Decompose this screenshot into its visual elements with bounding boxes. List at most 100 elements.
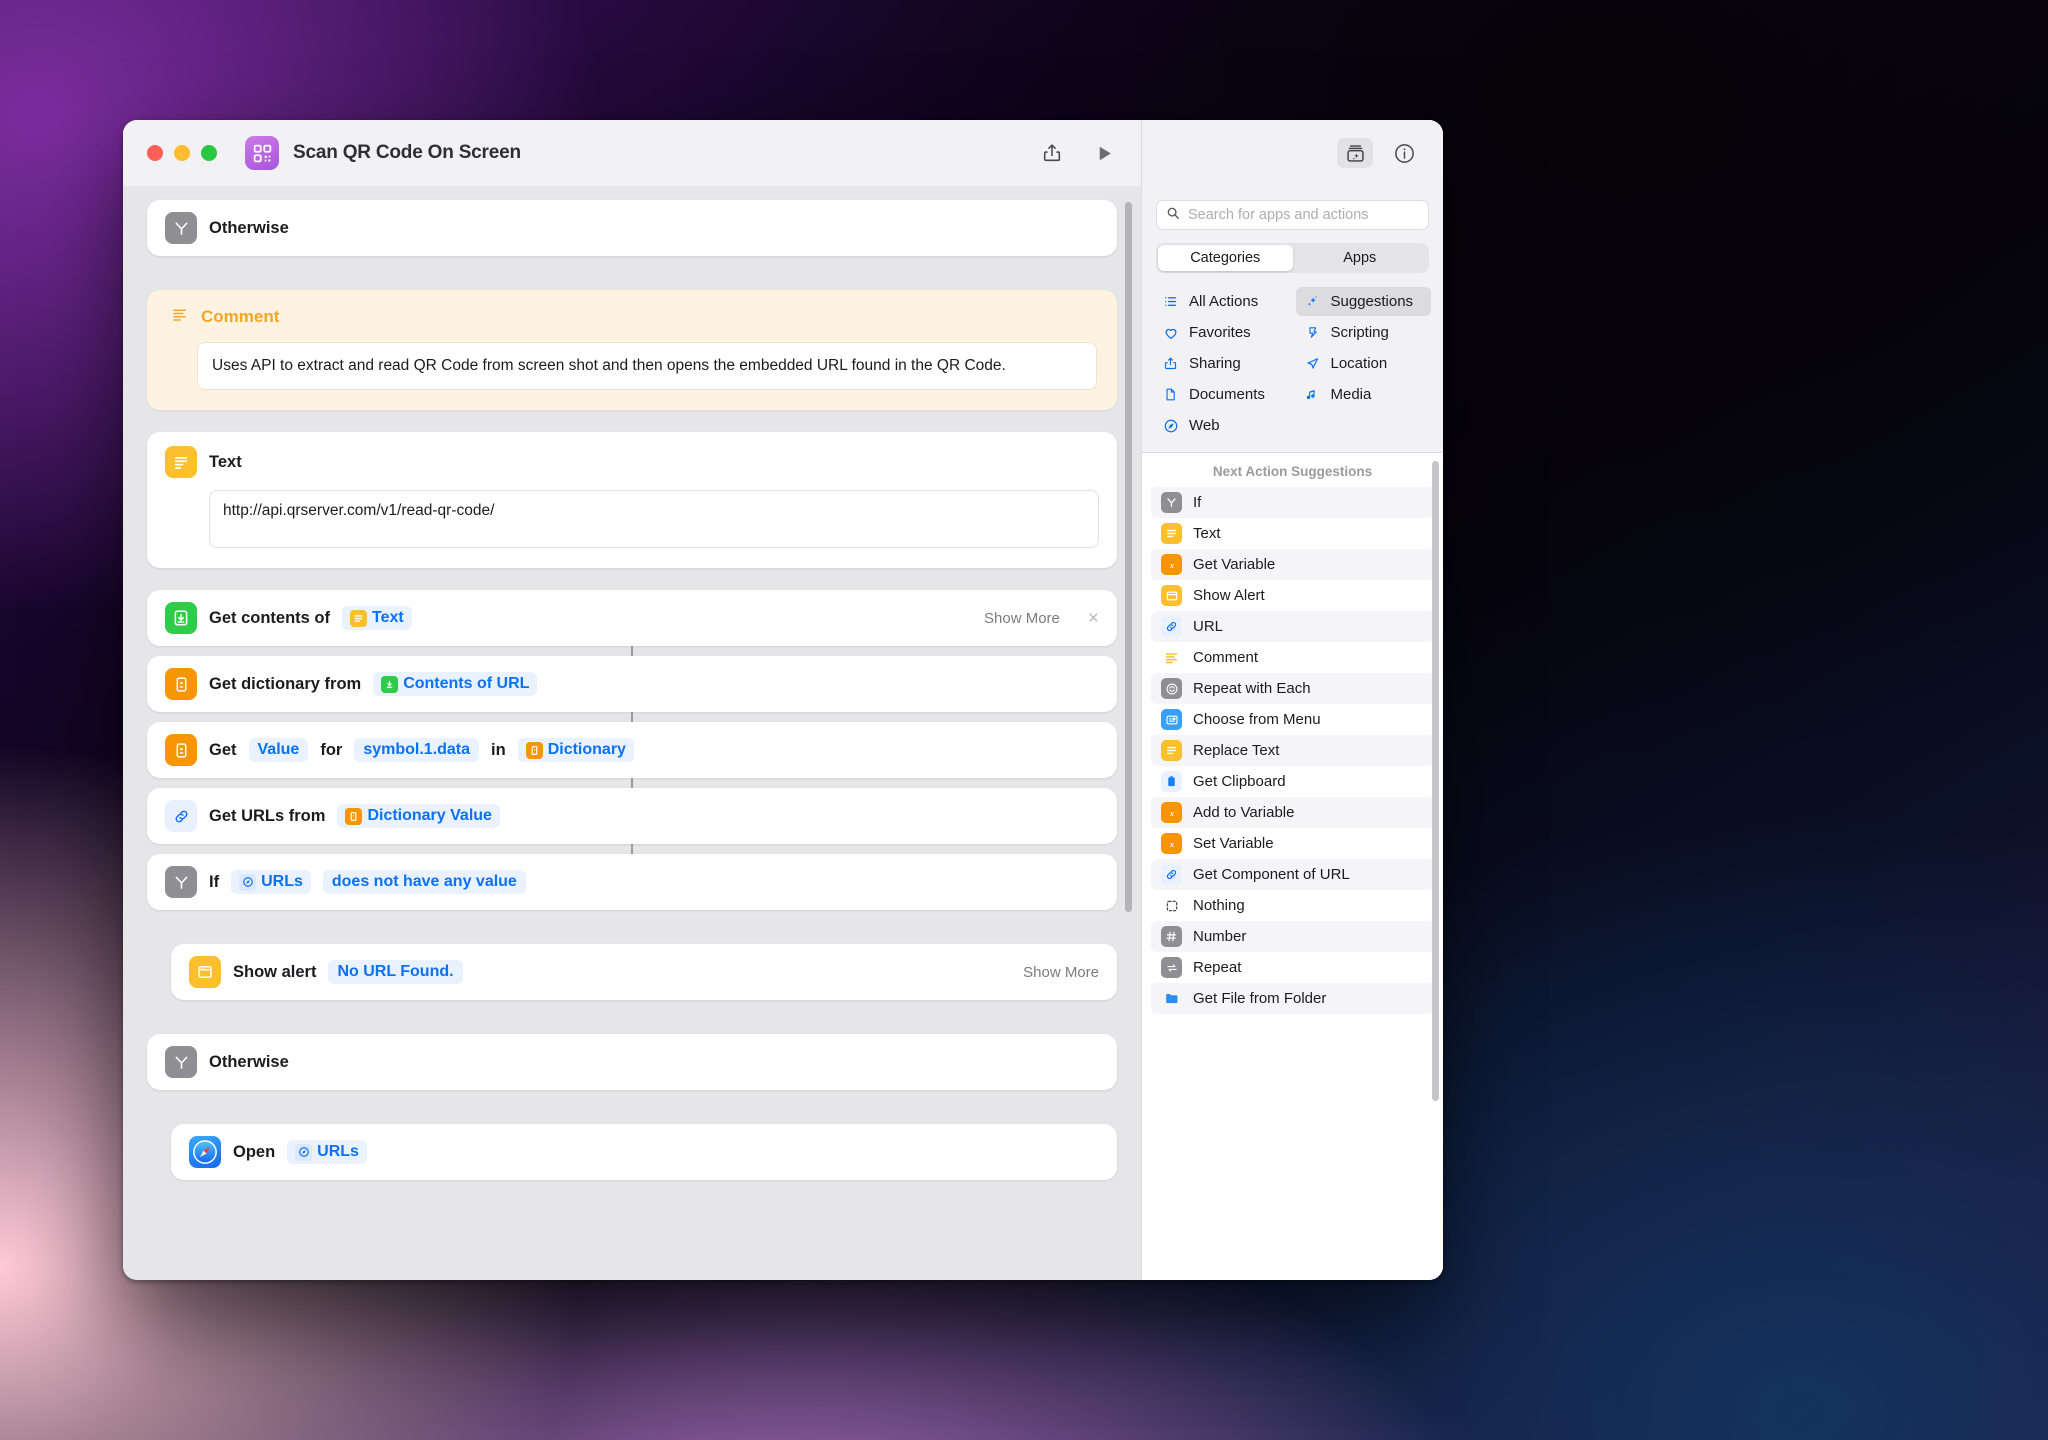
text-action-header: Text — [165, 446, 1099, 478]
compass-icon — [1162, 418, 1179, 434]
category-favorites[interactable]: Favorites — [1154, 318, 1290, 347]
link-icon — [165, 800, 197, 832]
suggestion-repeat-with-each[interactable]: Repeat with Each — [1151, 673, 1434, 704]
show-more-button[interactable]: Show More — [984, 610, 1060, 627]
text-action-input[interactable]: http://api.qrserver.com/v1/read-qr-code/ — [209, 490, 1099, 548]
token-label: Text — [372, 609, 404, 626]
action-label-in: in — [491, 740, 506, 759]
traffic-lights — [147, 145, 217, 161]
action-get-dictionary-from[interactable]: Get dictionary from Contents of URL — [147, 656, 1117, 712]
hash-icon — [1161, 926, 1182, 947]
download-icon — [165, 602, 197, 634]
suggestion-label: Nothing — [1193, 897, 1245, 914]
variable-token-urls[interactable]: URLs — [231, 870, 311, 894]
suggestion-url[interactable]: URL — [1151, 611, 1434, 642]
suggestion-replace-text[interactable]: Replace Text — [1151, 735, 1434, 766]
minimize-button[interactable] — [174, 145, 190, 161]
info-icon[interactable] — [1391, 140, 1417, 166]
action-label: Get contents of — [209, 608, 331, 627]
comment-body-text[interactable]: Uses API to extract and read QR Code fro… — [197, 342, 1097, 390]
action-row-wrapper: Open URLs — [123, 1124, 1141, 1180]
dictionary-icon — [345, 807, 363, 825]
alert-message-token[interactable]: No URL Found. — [328, 960, 463, 984]
value-token[interactable]: Value — [248, 738, 309, 762]
suggestions-panel[interactable]: Next Action Suggestions If Text x Get Va… — [1142, 453, 1443, 1280]
action-row-wrapper: Get Value for symbol.1.data in Dictionar… — [123, 712, 1141, 788]
suggestion-get-variable[interactable]: x Get Variable — [1151, 549, 1434, 580]
variable-token-urls[interactable]: URLs — [287, 1140, 367, 1164]
suggestion-get-clipboard[interactable]: Get Clipboard — [1151, 766, 1434, 797]
suggestion-add-to-variable[interactable]: x Add to Variable — [1151, 797, 1434, 828]
suggestion-choose-from-menu[interactable]: Choose from Menu — [1151, 704, 1434, 735]
shortcut-editor-canvas[interactable]: Otherwise Comment Uses API to extract an… — [123, 186, 1141, 1280]
search-box[interactable] — [1156, 200, 1429, 230]
action-show-alert[interactable]: Show alert No URL Found. Show More — [171, 944, 1117, 1000]
category-suggestions[interactable]: Suggestions — [1295, 287, 1431, 316]
action-library-icon[interactable] — [1337, 138, 1373, 168]
play-icon[interactable] — [1091, 140, 1117, 166]
category-location[interactable]: Location — [1296, 349, 1432, 378]
suggestion-label: Text — [1193, 525, 1221, 542]
library-segmented-control[interactable]: Categories Apps — [1156, 243, 1429, 273]
suggestion-repeat[interactable]: Repeat — [1151, 952, 1434, 983]
show-more-button[interactable]: Show More — [1023, 964, 1099, 981]
compass-icon — [295, 1143, 313, 1161]
action-if[interactable]: If URLs does not have any value — [147, 854, 1117, 910]
category-media[interactable]: Media — [1296, 380, 1432, 409]
action-label: Get — [209, 740, 237, 759]
category-label: Web — [1189, 417, 1220, 434]
svg-text:x: x — [1168, 839, 1173, 848]
action-row-wrapper: Get dictionary from Contents of URL — [123, 646, 1141, 722]
variable-token-contents-of-url[interactable]: Contents of URL — [373, 672, 538, 696]
variable-token-text[interactable]: Text — [342, 606, 412, 630]
suggestion-text[interactable]: Text — [1151, 518, 1434, 549]
action-open-urls[interactable]: Open URLs — [171, 1124, 1117, 1180]
suggestions-scrollbar[interactable] — [1432, 461, 1439, 1101]
tab-categories[interactable]: Categories — [1158, 245, 1293, 271]
titlebar-actions — [1039, 140, 1141, 166]
action-text[interactable]: Text http://api.qrserver.com/v1/read-qr-… — [147, 432, 1117, 568]
category-all-actions[interactable]: All Actions — [1154, 287, 1290, 316]
action-otherwise-bottom[interactable]: Otherwise — [147, 1034, 1117, 1090]
action-get-value-for-key[interactable]: Get Value for symbol.1.data in Dictionar… — [147, 722, 1117, 778]
key-path-token[interactable]: symbol.1.data — [354, 738, 480, 762]
variable-token-dictionary[interactable]: Dictionary — [517, 738, 634, 762]
suggestion-get-file-from-folder[interactable]: Get File from Folder — [1151, 983, 1434, 1014]
share-icon — [1162, 356, 1179, 371]
suggestion-get-component-of-url[interactable]: Get Component of URL — [1151, 859, 1434, 890]
action-otherwise-top[interactable]: Otherwise — [147, 200, 1117, 256]
scroll-icon — [1304, 325, 1321, 340]
category-sharing[interactable]: Sharing — [1154, 349, 1290, 378]
close-button[interactable] — [147, 145, 163, 161]
editor-scrollbar[interactable] — [1125, 202, 1132, 912]
variable-token-dictionary-value[interactable]: Dictionary Value — [337, 804, 500, 828]
tab-apps[interactable]: Apps — [1293, 245, 1428, 271]
condition-token[interactable]: does not have any value — [322, 870, 526, 894]
token-label: URLs — [261, 873, 303, 890]
close-icon[interactable]: × — [1088, 609, 1099, 628]
category-scripting[interactable]: Scripting — [1296, 318, 1432, 347]
token-label: URLs — [317, 1143, 359, 1160]
suggestion-label: Add to Variable — [1193, 804, 1295, 821]
category-label: Location — [1330, 355, 1388, 372]
category-label: Media — [1330, 386, 1372, 403]
suggestion-label: If — [1193, 494, 1202, 511]
suggestion-if[interactable]: If — [1151, 487, 1434, 518]
category-documents[interactable]: Documents — [1154, 380, 1290, 409]
action-row-wrapper: Otherwise — [123, 1034, 1141, 1090]
action-comment[interactable]: Comment Uses API to extract and read QR … — [147, 290, 1117, 410]
action-get-contents-of-url[interactable]: Get contents of Text Show More × — [147, 590, 1117, 646]
suggestion-comment[interactable]: Comment — [1151, 642, 1434, 673]
suggestion-nothing[interactable]: Nothing — [1151, 890, 1434, 921]
category-label: Favorites — [1189, 324, 1251, 341]
suggestion-set-variable[interactable]: x Set Variable — [1151, 828, 1434, 859]
search-input[interactable] — [1188, 207, 1419, 223]
zoom-button[interactable] — [201, 145, 217, 161]
suggestion-number[interactable]: Number — [1151, 921, 1434, 952]
share-icon[interactable] — [1039, 140, 1065, 166]
action-get-urls-from[interactable]: Get URLs from Dictionary Value — [147, 788, 1117, 844]
category-web[interactable]: Web — [1154, 411, 1290, 440]
suggestion-label: Comment — [1193, 649, 1259, 666]
suggestion-show-alert[interactable]: Show Alert — [1151, 580, 1434, 611]
suggestions-title: Next Action Suggestions — [1212, 464, 1373, 479]
